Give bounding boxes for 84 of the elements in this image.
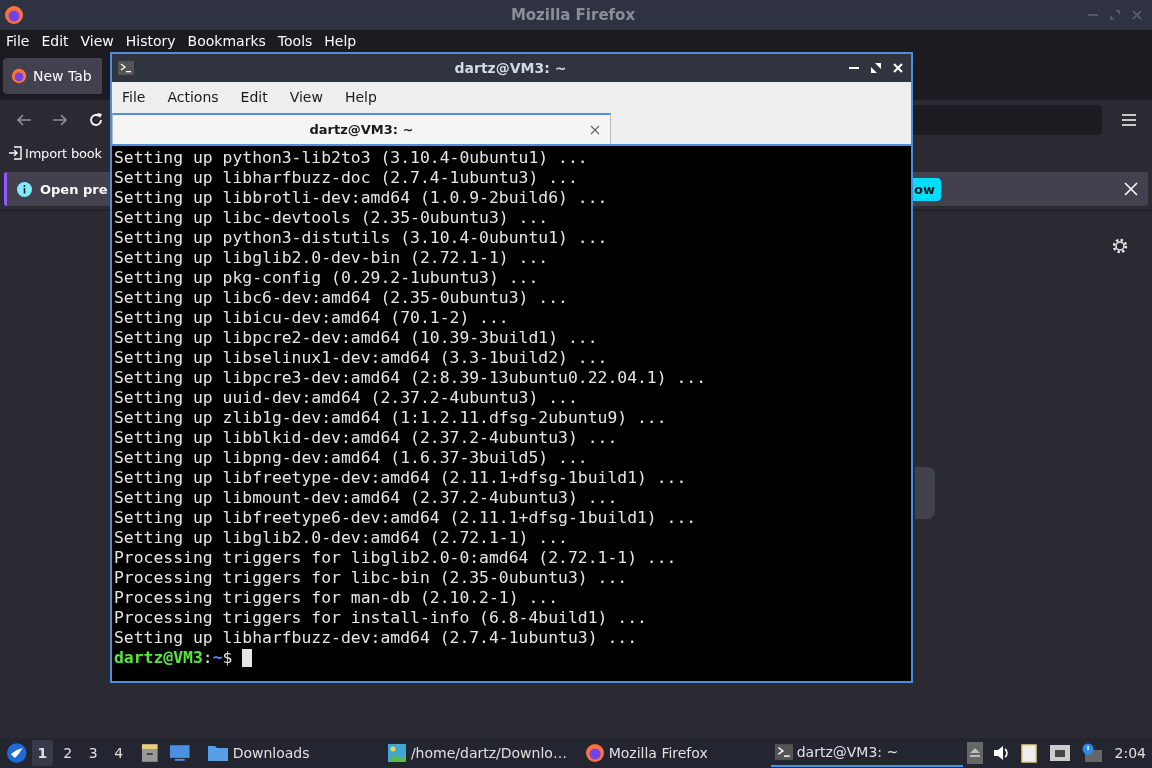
output-line: Setting up libmount-dev:amd64 (2.37.2-4ubuntu3) ... (114, 488, 619, 508)
output-line: Setting up zlib1g-dev:amd64 (1:1.2.11.dfsg-2ubuntu9) ... (114, 408, 668, 428)
terminal-icon (118, 61, 134, 75)
output-line: Setting up libc6-dev:amd64 (2.35-0ubuntu3) ... (114, 288, 569, 308)
output-line: Setting up libbrotli-dev:amd64 (1.0.9-2build6) ... (114, 188, 609, 208)
menu-item[interactable]: Actions (167, 89, 219, 105)
menu-item[interactable]: Help (344, 89, 377, 105)
bookmark-item[interactable]: Import book (8, 145, 102, 161)
terminal-icon (774, 744, 793, 760)
window-title: Mozilla Firefox (510, 6, 636, 24)
notification-button[interactable]: ow (911, 177, 941, 201)
eject-icon[interactable] (966, 742, 983, 764)
forward-icon[interactable] (52, 113, 68, 127)
notification-text: Open pre (40, 181, 108, 197)
import-icon (8, 146, 22, 160)
browser-tab[interactable]: New Tab (3, 58, 102, 94)
output-line: Setting up libselinux1-dev:amd64 (3.3-1build2) ... (114, 348, 609, 368)
prompt-symbol: $ (222, 648, 233, 668)
text-cursor (242, 649, 253, 667)
prompt-separator: : (202, 648, 213, 668)
image-icon (386, 743, 407, 763)
workspace-button[interactable]: 1 (31, 740, 54, 766)
menu-item[interactable]: Edit (41, 33, 69, 49)
volume-icon[interactable] (992, 745, 1011, 761)
firefox-logo-icon (11, 68, 27, 84)
menu-item[interactable]: History (125, 33, 176, 49)
prompt-path: ~ (212, 648, 223, 668)
address-field[interactable] (912, 105, 1102, 135)
workspace-button[interactable]: 2 (57, 740, 79, 766)
output-line: Setting up python3-lib2to3 (3.10.4-0ubuntu1) ... (114, 148, 589, 168)
output-line: Processing triggers for install-info (6.8-4build1) ... (114, 608, 648, 628)
workspace-button[interactable]: 3 (82, 740, 105, 766)
bird-logo-icon[interactable] (6, 742, 28, 764)
notification-icon[interactable] (1080, 743, 1103, 763)
menu-item[interactable]: View (80, 33, 114, 49)
output-line: Processing triggers for man-db (2.10.2-1) ... (114, 588, 560, 608)
close-icon[interactable] (590, 124, 600, 135)
file-cabinet-icon[interactable] (139, 743, 160, 763)
back-icon[interactable] (16, 113, 32, 127)
output-line: Setting up libharfbuzz-dev:amd64 (2.7.4-1ubuntu3) ... (114, 628, 638, 648)
menu-item[interactable]: Edit (240, 89, 268, 105)
taskbar-task[interactable]: Mozilla Firefox (580, 739, 767, 767)
menu-item[interactable]: File (6, 33, 30, 49)
firefox-logo-icon (584, 743, 605, 763)
output-line: Setting up libharfbuzz-doc (2.7.4-1ubuntu3) ... (114, 168, 579, 188)
output-line: Setting up libglib2.0-dev-bin (2.72.1-1) ... (114, 248, 550, 268)
output-line: Setting up pkg-config (0.29.2-1ubuntu3) ... (114, 268, 540, 288)
output-line: Setting up uuid-dev:amd64 (2.37.2-4ubuntu3) ... (114, 388, 579, 408)
info-icon (17, 181, 32, 197)
output-line: Setting up libpng-dev:amd64 (1.6.37-3build5) ... (114, 448, 589, 468)
output-line: Setting up libblkid-dev:amd64 (2.37.2-4ubuntu3) ... (114, 428, 619, 448)
output-line: Setting up libc-devtools (2.35-0ubuntu3) ... (114, 208, 550, 228)
terminal-tab[interactable]: dartz@VM3: ~ (112, 113, 611, 144)
output-line: Setting up libpcre2-dev:amd64 (10.39-3build1) ... (114, 328, 599, 348)
menu-item[interactable]: View (289, 89, 323, 105)
window-title: dartz@VM3: ~ (454, 60, 567, 76)
network-icon[interactable] (1048, 744, 1071, 762)
menu-item[interactable]: Help (324, 33, 357, 49)
folder-icon (206, 744, 229, 762)
output-line: Setting up libicu-dev:amd64 (70.1-2) ... (114, 308, 510, 328)
clipboard-icon[interactable] (1020, 743, 1039, 763)
output-line: Processing triggers for libc-bin (2.35-0ubuntu3) ... (114, 568, 629, 588)
content-tile[interactable] (915, 467, 935, 519)
maximize-icon[interactable] (871, 63, 881, 73)
taskbar-task[interactable]: Downloads (202, 739, 379, 767)
clock: 2:04 (1114, 745, 1146, 761)
firefox-logo-icon (4, 5, 24, 25)
menu-item[interactable]: Bookmarks (187, 33, 266, 49)
menu-icon[interactable] (1122, 114, 1136, 126)
reload-icon[interactable] (88, 112, 104, 128)
desktop-icon[interactable] (169, 744, 191, 762)
output-line: Setting up libfreetype6-dev:amd64 (2.11.1+dfsg-1build1) ... (114, 508, 698, 528)
taskbar-task[interactable]: dartz@VM3: ~ (770, 739, 963, 767)
prompt-user: dartz@VM3 (114, 648, 203, 668)
menu-item[interactable]: Tools (277, 33, 313, 49)
menu-item[interactable]: File (122, 89, 146, 105)
output-line: Setting up python3-distutils (3.10.4-0ubuntu1) ... (114, 228, 609, 248)
output-line: Processing triggers for libglib2.0-0:amd64 (2.72.1-1) ... (114, 548, 678, 568)
output-line: Setting up libpcre3-dev:amd64 (2:8.39-13ubuntu0.22.04.1) ... (114, 368, 708, 388)
workspace-button[interactable]: 4 (108, 740, 130, 766)
output-line: Setting up libglib2.0-dev:amd64 (2.72.1-1) ... (114, 528, 569, 548)
taskbar-task[interactable]: /home/dartz/Downlo… (382, 739, 577, 767)
output-line: Setting up libfreetype-dev:amd64 (2.11.1+dfsg-1build1) ... (114, 468, 688, 488)
settings-icon[interactable] (1111, 237, 1129, 255)
